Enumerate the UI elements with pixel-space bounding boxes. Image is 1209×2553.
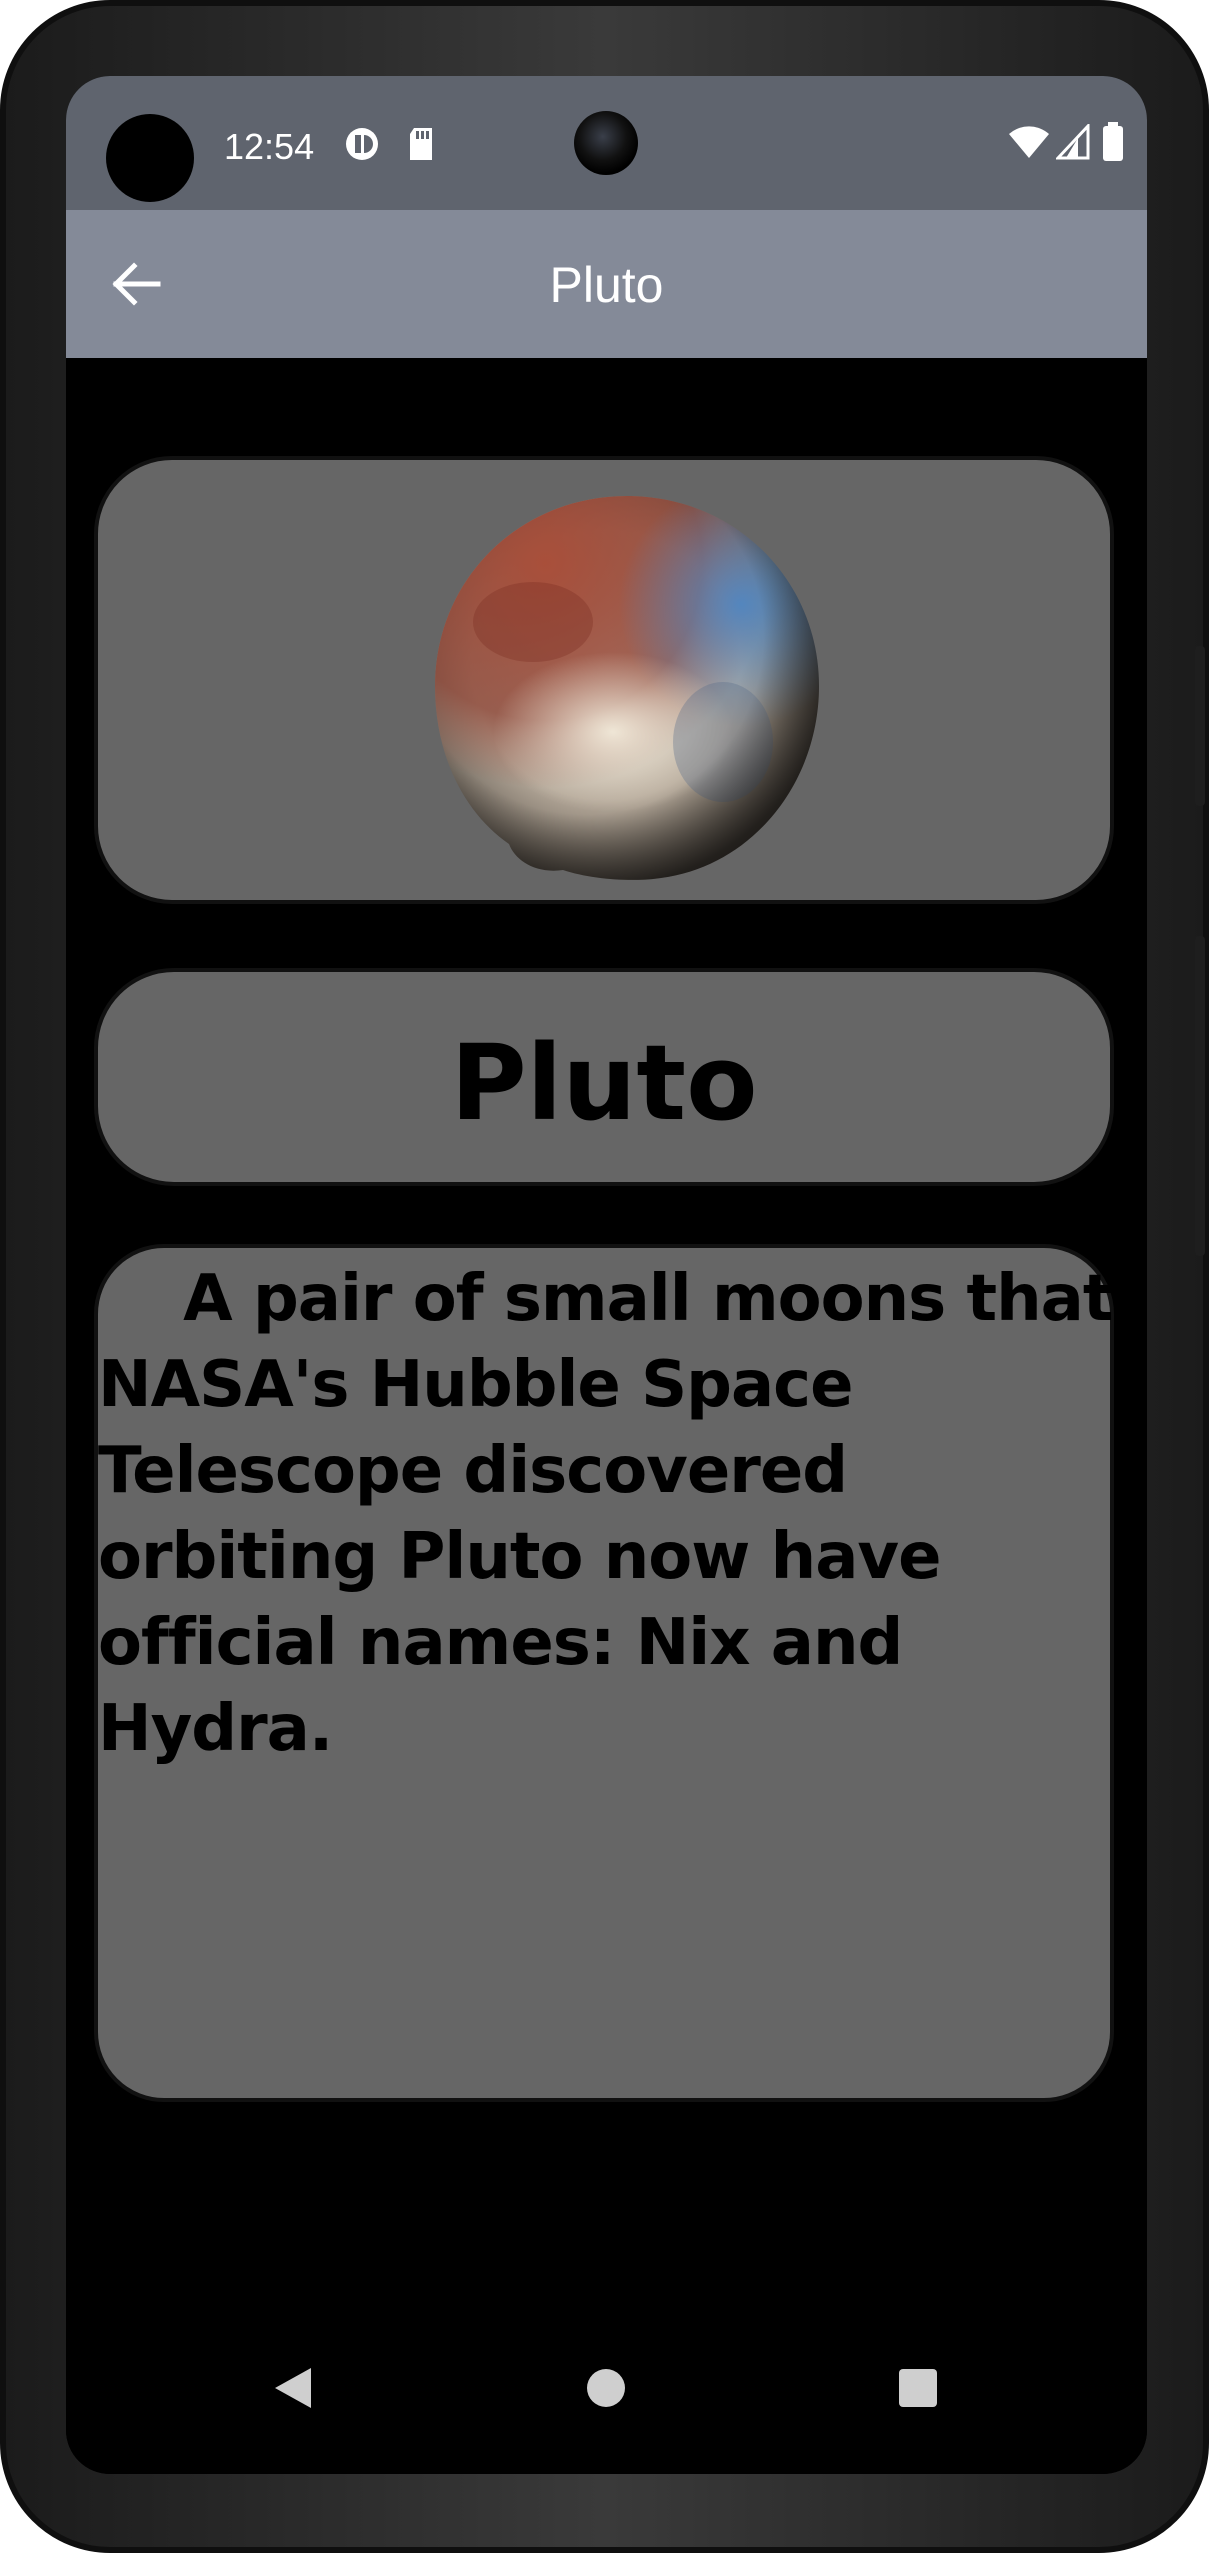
volume-button bbox=[1195, 936, 1205, 1256]
planet-description: A pair of small moons that NASA's Hubble… bbox=[98, 1262, 1134, 1766]
status-bar: 12:54 bbox=[66, 76, 1147, 210]
phone-frame: 12:54 Pluto Pluto A pair of small moons … bbox=[0, 0, 1209, 2553]
status-dot bbox=[106, 114, 194, 202]
power-button bbox=[1195, 646, 1205, 806]
pluto-image bbox=[435, 496, 819, 880]
app-bar: Pluto bbox=[66, 210, 1147, 358]
wifi-icon bbox=[1008, 124, 1050, 165]
planet-name: Pluto bbox=[450, 1022, 758, 1144]
recents-square-icon bbox=[899, 2369, 937, 2407]
nav-back-button[interactable] bbox=[271, 2364, 315, 2417]
screen: 12:54 Pluto Pluto A pair of small moons … bbox=[66, 76, 1147, 2474]
battery-icon bbox=[1102, 122, 1124, 167]
sync-icon bbox=[344, 126, 380, 167]
sd-card-icon bbox=[406, 126, 436, 167]
back-triangle-icon bbox=[275, 2368, 311, 2408]
planet-image-card bbox=[94, 456, 1114, 904]
status-time: 12:54 bbox=[224, 126, 315, 167]
planet-description-card: A pair of small moons that NASA's Hubble… bbox=[94, 1244, 1114, 2102]
front-camera bbox=[574, 111, 638, 175]
signal-icon bbox=[1054, 122, 1090, 165]
app-bar-title: Pluto bbox=[549, 257, 664, 313]
nav-home-button[interactable] bbox=[584, 2364, 628, 2417]
planet-name-card: Pluto bbox=[94, 968, 1114, 1186]
navigation-bar bbox=[66, 2304, 1147, 2474]
nav-recents-button[interactable] bbox=[896, 2364, 940, 2417]
home-circle-icon bbox=[587, 2369, 625, 2407]
